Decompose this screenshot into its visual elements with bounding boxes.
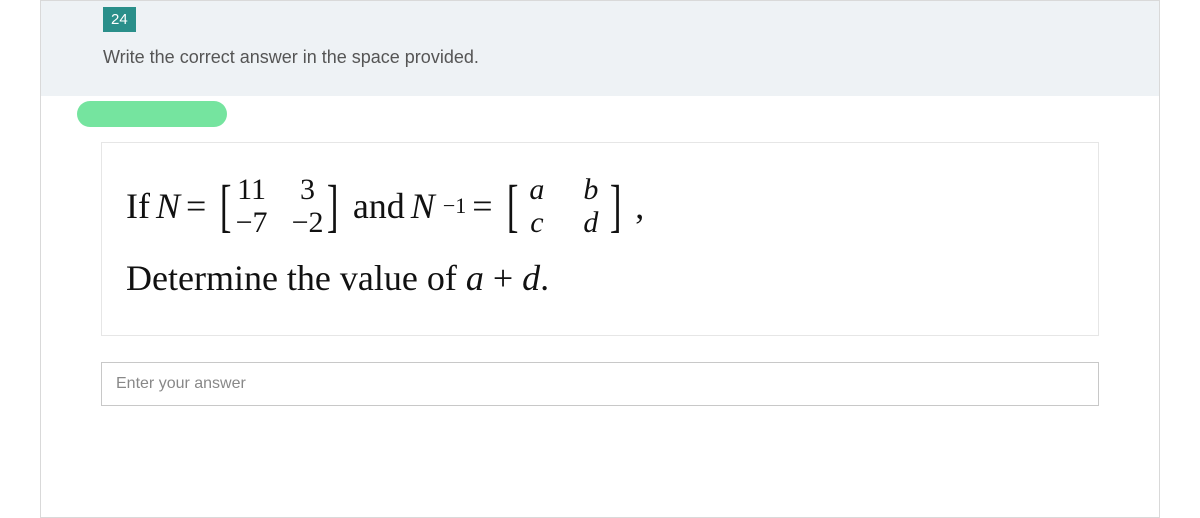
math-line-1: If N = [ 11 3 −7 −2 ] and N −1 = (126, 173, 1074, 239)
text-eq2: = (472, 185, 492, 227)
matN-21: −7 (236, 206, 268, 239)
bracket-right-icon: ] (327, 183, 339, 229)
matrix-inverse: [ a b c d ] (503, 173, 626, 239)
matInv-b: b (576, 173, 606, 206)
matInv-c: c (522, 206, 552, 239)
bracket-left-icon: [ (220, 183, 232, 229)
highlight-mark (77, 101, 227, 127)
text-and: and (353, 185, 405, 227)
answer-field-wrapper (101, 362, 1099, 406)
var-N: N (156, 185, 180, 227)
matN-12: 3 (292, 173, 324, 206)
answer-input[interactable] (101, 362, 1099, 406)
text-determine: Determine the value of (126, 258, 466, 298)
bracket-left-icon: [ (506, 183, 518, 229)
math-line-2: Determine the value of a + d. (126, 257, 1074, 299)
text-comma: , (635, 185, 644, 227)
matInv-d: d (576, 206, 606, 239)
question-card: 24 Write the correct answer in the space… (40, 0, 1160, 518)
var-d: d (522, 258, 540, 298)
text-eq1: = (186, 185, 206, 227)
var-N-inv: N (411, 185, 435, 227)
text-dot: . (540, 258, 549, 298)
matrix-N: [ 11 3 −7 −2 ] (216, 173, 343, 239)
var-a: a (466, 258, 484, 298)
text-plus: + (484, 258, 522, 298)
math-content: If N = [ 11 3 −7 −2 ] and N −1 = (101, 142, 1099, 336)
matN-22: −2 (292, 206, 324, 239)
question-number-badge: 24 (103, 7, 136, 32)
question-header: 24 Write the correct answer in the space… (41, 1, 1159, 96)
question-body: If N = [ 11 3 −7 −2 ] and N −1 = (41, 96, 1159, 336)
text-if: If (126, 185, 150, 227)
matInv-a: a (522, 173, 552, 206)
matN-11: 11 (236, 173, 268, 206)
exp-neg1: −1 (443, 193, 466, 219)
question-instruction: Write the correct answer in the space pr… (41, 1, 1159, 68)
bracket-right-icon: ] (610, 183, 622, 229)
